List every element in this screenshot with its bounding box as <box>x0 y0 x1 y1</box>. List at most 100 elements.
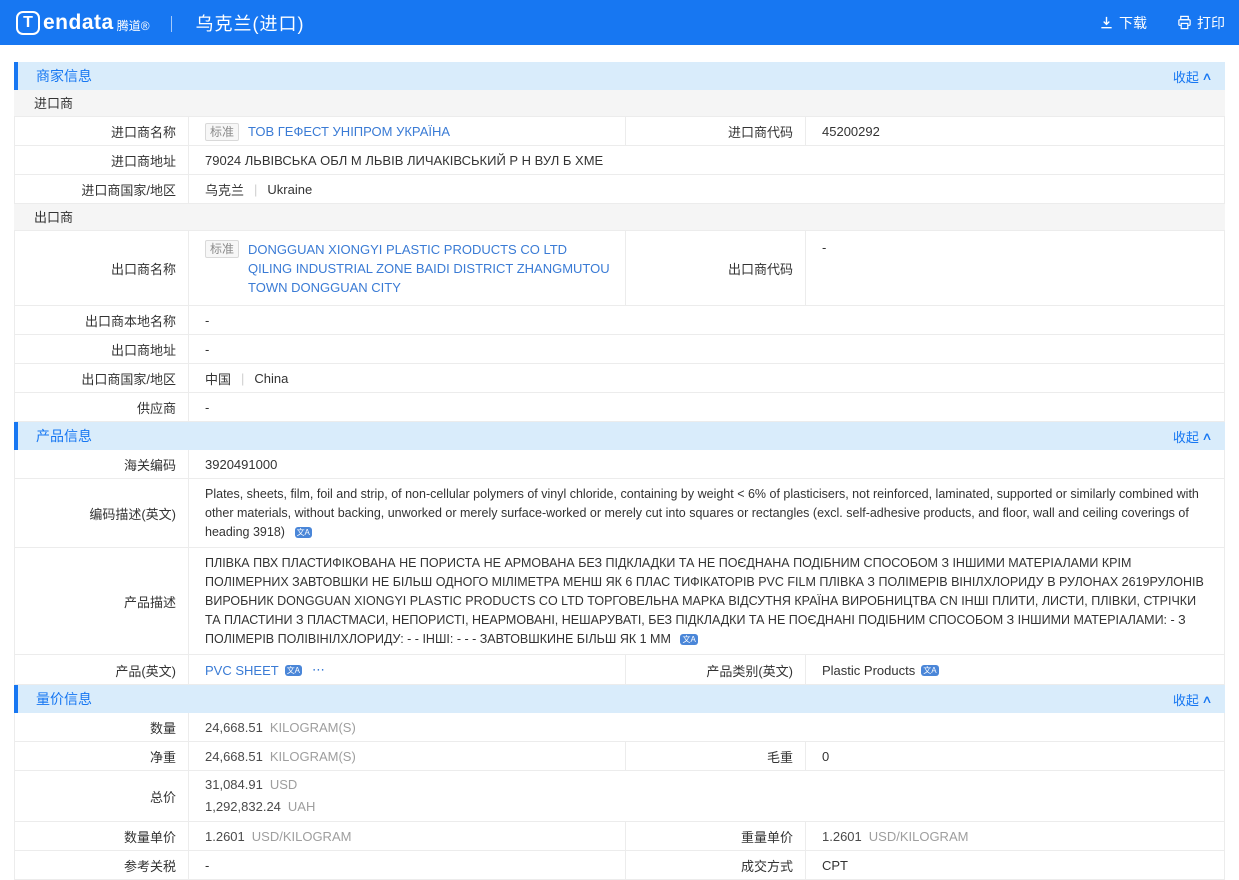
translate-icon[interactable]: 文A <box>285 665 302 676</box>
hs-code-value: 3920491000 <box>189 450 1224 478</box>
importer-address-value: 79024 ЛЬВІВСЬКА ОБЛ М ЛЬВІВ ЛИЧАКІВСЬКИЙ… <box>189 146 1224 174</box>
section-title-quantity: 量价信息 <box>36 689 92 709</box>
total-usd-value: 31,084.91 <box>205 774 263 796</box>
supplier-value: - <box>189 393 1224 421</box>
section-title-merchant: 商家信息 <box>36 66 92 86</box>
exporter-rows: 出口商名称 标准 DONGGUAN XIONGYI PLASTIC PRODUC… <box>14 231 1225 422</box>
topbar-actions: 下载 打印 <box>1099 13 1225 33</box>
total-uah-unit: UAH <box>288 796 315 818</box>
importer-name-cell: 标准 ТОВ ГЕФЕСТ УНІПРОМ УКРАЇНА <box>189 117 626 145</box>
download-button[interactable]: 下载 <box>1099 13 1147 33</box>
section-header-merchant: 商家信息 收起 ∧ <box>14 62 1225 90</box>
importer-country-cn: 乌克兰 <box>205 180 244 199</box>
product-desc-cell: ПЛІВКА ПВХ ПЛАСТИФІКОВАНА НЕ ПОРИСТА НЕ … <box>189 548 1224 654</box>
table-row-unit-price: 数量单价 1.2601 USD/KILOGRAM 重量单价 1.2601 USD… <box>15 822 1224 851</box>
section-header-product: 产品信息 收起 ∧ <box>14 422 1225 450</box>
exporter-country-cell: 中国 | China <box>189 364 1224 392</box>
exporter-country-en: China <box>254 371 288 386</box>
page-title: 乌克兰(进口) <box>196 10 305 36</box>
title-divider: ｜ <box>164 11 180 35</box>
standard-tag: 标准 <box>205 123 239 141</box>
table-row-exporter-country: 出口商国家/地区 中国 | China <box>15 364 1224 393</box>
chevron-up-icon: ∧ <box>1201 70 1212 83</box>
exporter-address-label: 出口商地址 <box>15 335 189 363</box>
exporter-code-value: - <box>806 231 1224 305</box>
table-row-exporter-address: 出口商地址 - <box>15 335 1224 364</box>
product-rows: 海关编码 3920491000 编码描述(英文) Plates, sheets,… <box>14 450 1225 685</box>
print-label: 打印 <box>1197 13 1225 33</box>
category-value: Plastic Products <box>822 663 915 678</box>
table-row-product-en: 产品(英文) PVC SHEET 文A ⋯ 产品类别(英文) Plastic P… <box>15 655 1224 685</box>
total-price-cell: 31,084.91 USD 1,292,832.24 UAH <box>189 771 1224 821</box>
pipe-divider: | <box>241 371 244 386</box>
collapse-quantity-label: 收起 <box>1173 690 1199 709</box>
importer-country-en: Ukraine <box>267 182 312 197</box>
net-weight-value: 24,668.51 <box>205 749 263 764</box>
collapse-product-button[interactable]: 收起 ∧ <box>1173 427 1211 446</box>
category-cell: Plastic Products 文A <box>806 655 1224 684</box>
total-uah-value: 1,292,832.24 <box>205 796 281 818</box>
product-en-link[interactable]: PVC SHEET <box>205 663 279 678</box>
collapse-product-label: 收起 <box>1173 427 1199 446</box>
exporter-country-label: 出口商国家/地区 <box>15 364 189 392</box>
importer-code-label: 进口商代码 <box>626 117 806 145</box>
table-row-total-price: 总价 31,084.91 USD 1,292,832.24 UAH <box>15 771 1224 822</box>
section-title-product: 产品信息 <box>36 426 92 446</box>
gross-weight-value: 0 <box>806 742 1224 770</box>
chevron-up-icon: ∧ <box>1201 430 1212 443</box>
download-icon <box>1099 15 1114 30</box>
total-price-label: 总价 <box>15 771 189 821</box>
translate-icon[interactable]: 文A <box>295 527 312 538</box>
importer-name-link[interactable]: ТОВ ГЕФЕСТ УНІПРОМ УКРАЇНА <box>248 124 450 139</box>
importer-code-value: 45200292 <box>806 117 1224 145</box>
logo-cn-text: 腾道® <box>117 17 150 34</box>
qty-unit: KILOGRAM(S) <box>270 720 356 735</box>
hs-desc-cell: Plates, sheets, film, foil and strip, of… <box>189 479 1224 547</box>
collapse-quantity-button[interactable]: 收起 ∧ <box>1173 690 1211 709</box>
hs-code-label: 海关编码 <box>15 450 189 478</box>
table-row-tariff-incoterm: 参考关税 - 成交方式 CPT <box>15 851 1224 880</box>
exporter-local-name-value: - <box>189 306 1224 334</box>
unit-price-weight-cell: 1.2601 USD/KILOGRAM <box>806 822 1224 850</box>
exporter-country-cn: 中国 <box>205 369 231 388</box>
tendata-logo: T endata 腾道® <box>16 11 150 35</box>
print-button[interactable]: 打印 <box>1177 13 1225 33</box>
table-row-weights: 净重 24,668.51 KILOGRAM(S) 毛重 0 <box>15 742 1224 771</box>
table-row-hs-desc: 编码描述(英文) Plates, sheets, film, foil and … <box>15 479 1224 548</box>
translate-icon[interactable]: 文A <box>680 634 697 645</box>
quantity-rows: 数量 24,668.51 KILOGRAM(S) 净重 24,668.51 KI… <box>14 713 1225 880</box>
table-row-exporter-local-name: 出口商本地名称 - <box>15 306 1224 335</box>
download-label: 下载 <box>1119 13 1147 33</box>
net-weight-label: 净重 <box>15 742 189 770</box>
category-label: 产品类别(英文) <box>626 655 806 684</box>
total-usd-unit: USD <box>270 774 297 796</box>
product-en-cell: PVC SHEET 文A ⋯ <box>189 655 626 684</box>
table-row-importer-address: 进口商地址 79024 ЛЬВІВСЬКА ОБЛ М ЛЬВІВ ЛИЧАКІ… <box>15 146 1224 175</box>
standard-tag: 标准 <box>205 240 239 258</box>
importer-country-label: 进口商国家/地区 <box>15 175 189 203</box>
gross-weight-label: 毛重 <box>626 742 806 770</box>
unit-price-weight-label: 重量单价 <box>626 822 806 850</box>
qty-cell: 24,668.51 KILOGRAM(S) <box>189 713 1224 741</box>
net-weight-cell: 24,668.51 KILOGRAM(S) <box>189 742 626 770</box>
table-row-importer-country: 进口商国家/地区 乌克兰 | Ukraine <box>15 175 1224 204</box>
print-icon <box>1177 15 1192 30</box>
ref-tariff-value: - <box>189 851 626 879</box>
logo-text: endata <box>43 11 114 35</box>
top-bar: T endata 腾道® ｜ 乌克兰(进口) 下载 打印 <box>0 0 1239 45</box>
hs-desc-text: Plates, sheets, film, foil and strip, of… <box>205 487 1199 539</box>
translate-icon[interactable]: 文A <box>921 665 938 676</box>
unit-price-qty-label: 数量单价 <box>15 822 189 850</box>
subsection-importer: 进口商 <box>14 90 1225 117</box>
exporter-code-label: 出口商代码 <box>626 231 806 305</box>
product-en-label: 产品(英文) <box>15 655 189 684</box>
exporter-name-label: 出口商名称 <box>15 231 189 305</box>
more-ellipsis-button[interactable]: ⋯ <box>312 662 326 678</box>
tendata-logo-icon: T <box>16 11 40 35</box>
collapse-merchant-button[interactable]: 收起 ∧ <box>1173 67 1211 86</box>
importer-rows: 进口商名称 标准 ТОВ ГЕФЕСТ УНІПРОМ УКРАЇНА 进口商代… <box>14 117 1225 204</box>
supplier-label: 供应商 <box>15 393 189 421</box>
exporter-name-link[interactable]: DONGGUAN XIONGYI PLASTIC PRODUCTS CO LTD… <box>248 240 611 297</box>
detail-content: 商家信息 收起 ∧ 进口商 进口商名称 标准 ТОВ ГЕФЕСТ УНІПРО… <box>14 62 1225 880</box>
table-row-qty: 数量 24,668.51 KILOGRAM(S) <box>15 713 1224 742</box>
